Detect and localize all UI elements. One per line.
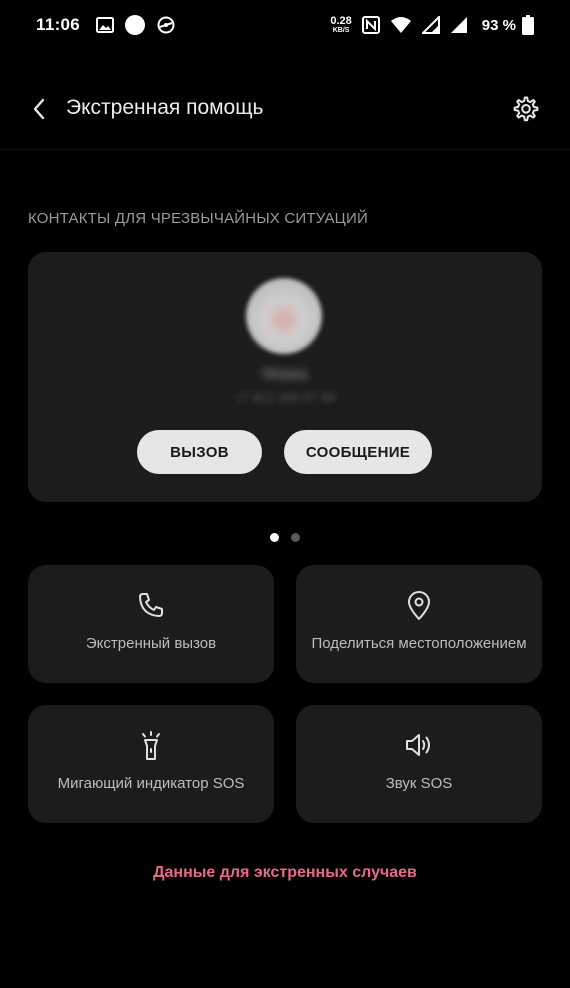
network-speed-unit: KB/S	[332, 27, 350, 34]
network-speed-value: 0.28	[330, 15, 352, 27]
tile-label: Поделиться местоположением	[311, 635, 527, 652]
avatar	[246, 278, 322, 354]
contact-name: Мама	[262, 364, 308, 383]
sos-flashlight-tile[interactable]: Мигающий индикатор SOS	[28, 705, 274, 823]
sos-sound-tile[interactable]: Звук SOS	[296, 705, 542, 823]
location-pin-icon	[296, 591, 542, 621]
speaker-icon	[296, 731, 542, 759]
tile-label: Мигающий индикатор SOS	[57, 775, 245, 792]
battery-percent: 93 %	[481, 16, 516, 34]
battery-icon	[522, 15, 534, 35]
call-button[interactable]: ВЫЗОВ	[137, 430, 262, 474]
network-speed: 0.28 KB/S	[330, 15, 352, 35]
wifi-icon	[390, 16, 412, 34]
message-button[interactable]: СООБЩЕНИЕ	[284, 430, 432, 474]
status-time: 11:06	[36, 15, 81, 34]
gear-icon	[513, 96, 539, 122]
pager-dots	[0, 533, 570, 542]
tile-label: Звук SOS	[385, 775, 453, 792]
pager-dot-active[interactable]	[270, 533, 279, 542]
circle-notification-icon	[124, 14, 146, 36]
contact-phone: +7 912 345 67 89	[234, 390, 336, 405]
signal-2-icon	[450, 16, 468, 34]
section-heading: КОНТАКТЫ ДЛЯ ЧРЕЗВЫЧАЙНЫХ СИТУАЦИЙ	[28, 210, 368, 227]
page-title: Экстренная помощь	[66, 96, 264, 119]
flashlight-icon	[28, 731, 274, 761]
share-location-tile[interactable]: Поделиться местоположением	[296, 565, 542, 683]
chevron-left-icon	[33, 98, 45, 120]
status-bar-right: 0.28 KB/S 93 %	[330, 15, 534, 35]
emergency-call-tile[interactable]: Экстренный вызов	[28, 565, 274, 683]
status-bar: 11:06 0.28 KB/S 93 %	[0, 0, 570, 50]
status-bar-left: 11:06	[36, 14, 186, 36]
app-bar: Экстренная помощь	[0, 70, 570, 150]
settings-button[interactable]	[508, 92, 542, 126]
pager-dot-inactive[interactable]	[291, 533, 300, 542]
phone-icon	[28, 591, 274, 619]
image-notification-icon	[96, 17, 115, 33]
sync-notification-icon	[156, 15, 176, 35]
nfc-icon	[361, 16, 380, 34]
back-button[interactable]	[24, 92, 54, 126]
signal-1-icon	[421, 16, 440, 34]
tile-label: Экстренный вызов	[85, 635, 217, 652]
emergency-info-link[interactable]: Данные для экстренных случаев	[0, 864, 570, 882]
emergency-contact-card: Мама +7 912 345 67 89 ВЫЗОВ СООБЩЕНИЕ	[28, 252, 542, 502]
